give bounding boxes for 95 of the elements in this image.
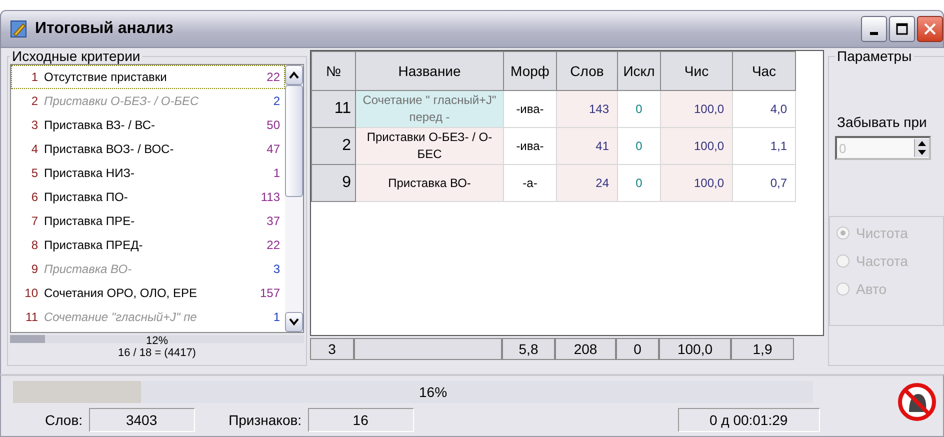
table-cell: Приставки О-БЕЗ- / О-БЕС [356, 128, 504, 164]
criteria-item[interactable]: 3 Приставка ВЗ- / ВС- 50 [11, 113, 285, 137]
item-count: 113 [260, 190, 280, 204]
table-cell: 1,1 [732, 128, 796, 164]
item-number: 6 [30, 190, 39, 204]
column-header[interactable]: Морф [504, 52, 556, 90]
table-cell: 143 [556, 90, 618, 128]
item-name: Приставка НИЗ- [44, 166, 136, 180]
row-number[interactable]: 11 [312, 90, 356, 128]
criteria-item[interactable]: 8 Приставка ПРЕД- 22 [11, 233, 285, 257]
table-cell: 100,0 [660, 128, 732, 164]
column-header[interactable]: Искл [618, 52, 660, 90]
table-cell: Приставка ВО- [356, 164, 504, 202]
caret-down-icon [288, 318, 300, 326]
maximize-icon [895, 22, 909, 36]
table-cell: 100,0 [660, 164, 732, 202]
total-cell: 208 [555, 338, 616, 360]
item-count: 47 [266, 142, 280, 156]
scroll-down-button[interactable] [285, 312, 303, 332]
caret-up-icon [288, 71, 300, 79]
criteria-item[interactable]: 6 Приставка ПО- 113 [11, 185, 285, 209]
item-number: 2 [30, 94, 39, 108]
criteria-item[interactable]: 7 Приставка ПРЕ- 37 [11, 209, 285, 233]
item-number: 5 [30, 166, 39, 180]
item-number: 3 [30, 118, 39, 132]
criteria-item[interactable]: 4 Приставка ВОЗ- / ВОС- 47 [11, 137, 285, 161]
item-name: Приставка ВЗ- / ВС- [44, 118, 156, 132]
column-header[interactable]: № [312, 52, 356, 90]
item-name: Приставка ПО- [44, 190, 129, 204]
item-number: 8 [30, 238, 39, 252]
item-count: 2 [273, 94, 280, 108]
item-count: 50 [266, 118, 280, 132]
item-name: Приставка ПРЕ- [44, 214, 136, 228]
words-label: Слов: [44, 412, 84, 428]
app-icon [9, 19, 29, 39]
table-cell: Сочетание " гласный+J" перед - [356, 90, 504, 128]
item-name: Сочетание "гласный+J" пе [44, 310, 198, 324]
total-cell: 5,8 [502, 338, 555, 360]
row-number[interactable]: 9 [312, 164, 356, 202]
table-cell: 100,0 [660, 90, 732, 128]
group-title: Исходные критерии [11, 48, 142, 64]
table-cell: 24 [556, 164, 618, 202]
item-count: 22 [266, 70, 280, 84]
criteria-item[interactable]: 1 Отсутствие приставки 22 [11, 65, 285, 89]
table-cell: 0,7 [732, 164, 796, 202]
item-name: Отсутствие приставки [44, 70, 168, 84]
criteria-item[interactable]: 5 Приставка НИЗ- 1 [11, 161, 285, 185]
column-header[interactable]: Слов [556, 52, 618, 90]
item-name: Приставка ПРЕД- [44, 238, 144, 252]
item-number: 10 [24, 286, 39, 300]
close-icon [923, 22, 937, 36]
item-number: 11 [24, 310, 39, 324]
item-count: 22 [266, 238, 280, 252]
item-count: 157 [260, 286, 280, 300]
features-label: Признаков: [228, 412, 303, 428]
item-name: Сочетания ОРО, ОЛО, ЕРЕ [44, 286, 198, 300]
scroll-thumb[interactable] [285, 85, 303, 197]
total-cell: 100,0 [659, 338, 731, 360]
spin-arrows-icon [914, 139, 929, 157]
maximize-button[interactable] [889, 16, 915, 42]
minimize-icon [870, 32, 878, 34]
item-name: Приставка ВОЗ- / ВОС- [44, 142, 175, 156]
minimize-button[interactable] [861, 16, 887, 42]
total-cell: 3 [310, 338, 354, 360]
item-count: 37 [266, 214, 280, 228]
item-name: Приставка ВО- [44, 262, 133, 276]
features-count: 16 [308, 408, 414, 432]
item-number: 4 [30, 142, 39, 156]
item-number: 7 [30, 214, 39, 228]
table-cell: 41 [556, 128, 618, 164]
item-count: 1 [273, 310, 280, 324]
words-count: 3403 [88, 408, 195, 432]
scroll-up-button[interactable] [285, 65, 303, 85]
row-number[interactable]: 2 [312, 128, 356, 164]
column-header[interactable]: Час [732, 52, 796, 90]
item-number: 9 [30, 262, 39, 276]
item-count: 3 [273, 262, 280, 276]
item-name: Приставки О-БЕЗ- / О-БЕС [44, 94, 200, 108]
forget-label: Забывать при [837, 114, 928, 130]
close-button[interactable] [917, 16, 943, 42]
total-cell: 0 [616, 338, 659, 360]
progress-label: 12% [146, 335, 168, 347]
prohibition-icon [897, 382, 937, 422]
criteria-item[interactable]: 10 Сочетания ОРО, ОЛО, ЕРЕ 157 [11, 281, 285, 305]
summary-text: 16 / 18 = (4417) [118, 347, 196, 359]
item-number: 1 [30, 70, 39, 84]
total-cell: 1,9 [731, 338, 794, 360]
column-header[interactable]: Название [356, 52, 504, 90]
item-count: 1 [273, 166, 280, 180]
table-cell: 4,0 [732, 90, 796, 128]
progress-label: 16% [419, 384, 448, 400]
column-header[interactable]: Чис [660, 52, 732, 90]
elapsed-time: 0 д 00:01:29 [678, 408, 820, 432]
window-title: Итоговый анализ [35, 20, 174, 38]
group-title: Параметры [836, 48, 913, 64]
